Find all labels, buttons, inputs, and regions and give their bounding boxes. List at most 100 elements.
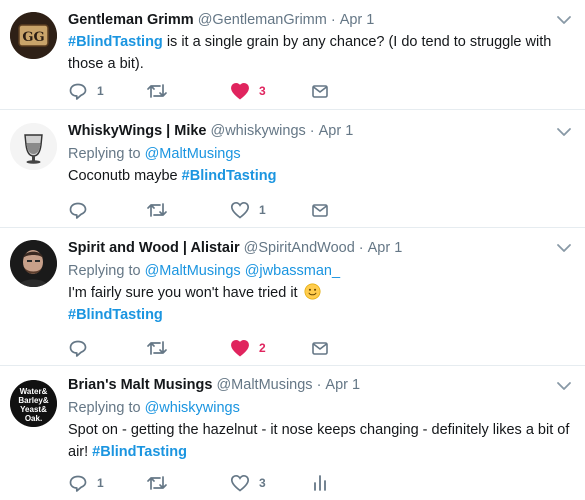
message-icon [312,342,328,355]
tweet-header: Spirit and Wood | Alistair @SpiritAndWood… [68,239,575,257]
reply-button[interactable]: 1 [68,81,104,101]
replying-to-label: Replying to [68,263,145,279]
username[interactable]: @whiskywings [210,123,305,139]
hashtag-link[interactable]: #BlindTasting [68,307,163,323]
message-icon [312,204,328,217]
replying-to: Replying to @MaltMusings [68,144,575,164]
separator: · [358,240,364,256]
retweet-button[interactable] [146,200,177,220]
username[interactable]: @SpiritAndWood [244,240,355,256]
avatar[interactable]: GG [10,12,57,59]
username[interactable]: @GentlemanGrimm [198,12,327,28]
tweet-body: I'm fairly sure you won't have tried it [68,285,302,301]
tweet-spirit-and-wood[interactable]: Spirit and Wood | Alistair @SpiritAndWood… [0,228,585,366]
mention-link[interactable]: @whiskywings [145,400,240,416]
replying-to: Replying to @MaltMusings @jwbassman_ [68,261,575,281]
retweet-button[interactable] [146,473,177,493]
tweet-header: Gentleman Grimm @GentlemanGrimm · Apr 1 [68,11,575,29]
tweet-actions: 1 3 [68,81,368,101]
retweet-icon [147,203,167,217]
separator: · [330,12,336,28]
chevron-down-icon[interactable] [555,379,573,393]
tweet-header: Brian's Malt Musings @MaltMusings · Apr 1 [68,376,575,394]
username[interactable]: @MaltMusings [216,377,312,393]
like-count: 1 [259,203,266,217]
direct-message-button[interactable] [310,338,330,358]
smiley-emoji-icon [304,283,321,300]
hashtag-link[interactable]: #BlindTasting [92,444,187,460]
chevron-down-icon[interactable] [555,241,573,255]
retweet-icon [147,476,167,490]
avatar[interactable] [10,123,57,170]
tweet-gentleman-grimm[interactable]: GG Gentleman Grimm @GentlemanGrimm · Apr 1 … [0,0,585,110]
message-icon [312,85,328,98]
hashtag-link[interactable]: #BlindTasting [182,168,277,184]
avatar[interactable] [10,240,57,287]
like-button[interactable]: 2 [230,338,266,358]
timestamp[interactable]: Apr 1 [368,240,403,256]
display-name[interactable]: Brian's Malt Musings [68,377,212,393]
like-icon [230,201,250,219]
reply-button[interactable] [68,338,97,358]
retweet-button[interactable] [146,338,177,358]
avatar[interactable]: Water& Barley& Yeast& Oak. [10,380,57,427]
tweet-actions: 1 [68,200,368,220]
direct-message-button[interactable] [310,81,330,101]
replying-to: Replying to @whiskywings [68,398,575,418]
reply-count: 1 [97,476,104,490]
tweet-whiskywings[interactable]: WhiskyWings | Mike @whiskywings · Apr 1 Rep… [0,110,585,228]
like-icon [231,83,249,100]
tweet-text: #BlindTasting is it a single grain by an… [68,31,575,75]
avatar-monogram: GG [22,30,44,45]
direct-message-button[interactable] [310,200,330,220]
reply-icon [69,83,87,100]
svg-text:Water&: Water& [20,387,48,396]
tweet-body: Coconutb maybe [68,168,182,184]
tweet-text: I'm fairly sure you won't have tried it … [68,282,575,326]
like-button[interactable]: 3 [230,81,266,101]
reply-icon [69,475,87,492]
hashtag-link[interactable]: #BlindTasting [68,34,163,50]
like-count: 2 [259,341,266,355]
reply-count: 1 [97,84,104,98]
chevron-down-icon[interactable] [555,125,573,139]
svg-text:Oak.: Oak. [25,414,42,423]
tweet-text: Coconutb maybe #BlindTasting [68,165,575,187]
mention-link[interactable]: @MaltMusings [145,146,241,162]
like-button[interactable]: 1 [230,200,266,220]
retweet-icon [147,84,167,98]
reply-icon [69,202,87,219]
display-name[interactable]: WhiskyWings | Mike [68,123,206,139]
reply-button[interactable] [68,200,97,220]
like-count: 3 [259,84,266,98]
display-name[interactable]: Spirit and Wood | Alistair [68,240,240,256]
like-count: 3 [259,476,266,490]
timestamp[interactable]: Apr 1 [340,12,375,28]
reply-button[interactable]: 1 [68,473,104,493]
tweet-feed: GG Gentleman Grimm @GentlemanGrimm · Apr 1 … [0,0,585,500]
analytics-icon [314,475,326,491]
separator: · [316,377,322,393]
chevron-down-icon[interactable] [555,13,573,27]
mention-link[interactable]: @MaltMusings @jwbassman_ [145,263,340,279]
svg-text:Barley&: Barley& [18,396,48,405]
analytics-button[interactable] [310,473,330,493]
replying-to-label: Replying to [68,146,145,162]
like-icon [230,474,250,492]
tweet-header: WhiskyWings | Mike @whiskywings · Apr 1 [68,122,575,140]
tweet-actions: 1 3 [68,473,368,493]
like-button[interactable]: 3 [230,473,266,493]
svg-text:Yeast&: Yeast& [20,405,47,414]
retweet-icon [147,341,167,355]
replying-to-label: Replying to [68,400,145,416]
tweet-text: Spot on - getting the hazelnut - it nose… [68,419,575,463]
like-icon [231,340,249,357]
separator: · [309,123,315,139]
display-name[interactable]: Gentleman Grimm [68,12,194,28]
tweet-malt-musings[interactable]: Water& Barley& Yeast& Oak. Brian's Malt … [0,366,585,500]
timestamp[interactable]: Apr 1 [325,377,360,393]
reply-icon [69,340,87,357]
tweet-actions: 2 [68,338,368,358]
retweet-button[interactable] [146,81,177,101]
timestamp[interactable]: Apr 1 [319,123,354,139]
